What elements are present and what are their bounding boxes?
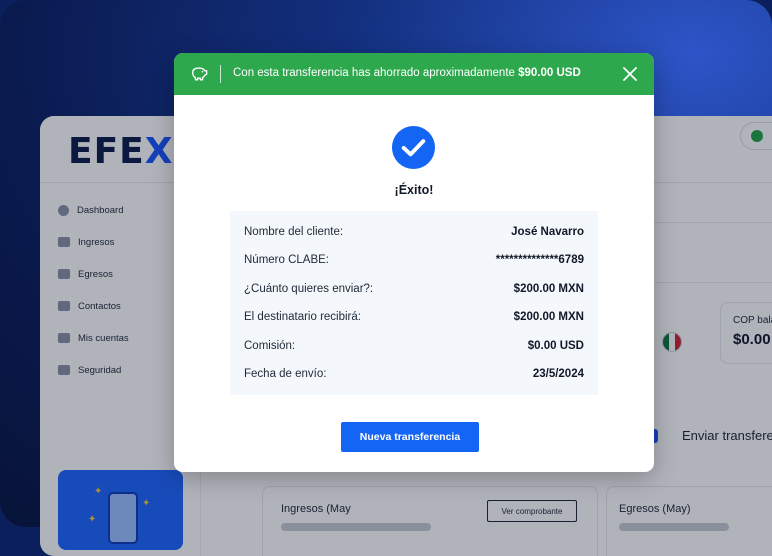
sidebar-item-label: Dashboard [77, 204, 124, 216]
detail-row: Número CLABE: **************6789 [244, 250, 584, 270]
banner-separator [220, 65, 221, 83]
detail-value: José Navarro [511, 226, 584, 238]
sidebar-item-mis-cuentas[interactable]: Mis cuentas [58, 329, 129, 347]
card-label: COP bala [733, 315, 772, 326]
card-icon [58, 237, 70, 247]
sidebar-item-egresos[interactable]: Egresos [58, 265, 113, 283]
sidebar-item-label: Contactos [78, 300, 121, 312]
status-dot-icon [751, 130, 763, 142]
detail-value: **************6789 [495, 254, 584, 266]
detail-value: $0.00 USD [527, 340, 584, 352]
sidebar-item-contactos[interactable]: Contactos [58, 297, 121, 315]
new-transfer-button[interactable]: Nueva transferencia [341, 422, 479, 452]
detail-label: El destinatario recibirá: [244, 311, 361, 323]
ingresos-card: Ingresos (May Ver comprobante [262, 486, 598, 556]
detail-row: Comisión: $0.00 USD [244, 336, 584, 356]
sparkle-icon: ✦ [94, 486, 103, 497]
phone-illustration [108, 492, 138, 544]
card-icon [58, 269, 70, 279]
detail-label: Número CLABE: [244, 254, 330, 266]
sidebar-item-label: Mis cuentas [78, 332, 129, 344]
send-transfer-action[interactable]: Enviar transfere [640, 416, 772, 456]
blurred-amount [619, 523, 729, 531]
cop-balance-card[interactable]: COP bala $0.00 [720, 302, 772, 364]
sidebar-item-seguridad[interactable]: Seguridad [58, 361, 121, 379]
detail-label: Fecha de envío: [244, 368, 327, 380]
currency-flag [652, 322, 692, 362]
egresos-card: Egresos (May) [606, 486, 772, 556]
sparkle-icon: ✦ [142, 498, 151, 509]
detail-row: ¿Cuánto quieres enviar?: $200.00 MXN [244, 279, 584, 299]
detail-label: Nombre del cliente: [244, 226, 344, 238]
promo-card[interactable]: ✦ ✦ ✦ [58, 470, 183, 550]
sidebar-item-ingresos[interactable]: Ingresos [58, 233, 114, 251]
detail-row: El destinatario recibirá: $200.00 MXN [244, 307, 584, 327]
sparkle-icon: ✦ [88, 514, 97, 525]
detail-label: Comisión: [244, 340, 296, 352]
detail-value: 23/5/2024 [532, 368, 584, 380]
sidebar-item-label: Egresos [78, 268, 113, 280]
close-icon[interactable] [622, 66, 638, 82]
send-transfer-label: Enviar transfere [682, 428, 772, 443]
detail-row: Fecha de envío: 23/5/2024 [244, 364, 584, 384]
card-label: Egresos (May) [619, 503, 691, 515]
card-value: $0.00 [733, 331, 771, 348]
account-badge[interactable] [740, 122, 772, 150]
transfer-details: Nombre del cliente: José Navarro Número … [230, 211, 598, 395]
ver-comprobante-button[interactable]: Ver comprobante [487, 500, 577, 522]
sidebar-item-label: Seguridad [78, 364, 122, 376]
detail-label: ¿Cuánto quieres enviar?: [244, 283, 374, 295]
savings-banner: Con esta transferencia has ahorrado apro… [174, 53, 654, 95]
users-icon [58, 333, 70, 343]
blurred-amount [281, 523, 431, 531]
detail-value: $200.00 MXN [513, 311, 584, 323]
contacts-icon [58, 301, 70, 311]
detail-value: $200.00 MXN [513, 283, 584, 295]
sidebar-item-label: Ingresos [78, 236, 115, 248]
success-title: ¡Éxito! [394, 183, 434, 197]
mexico-flag-icon [662, 332, 682, 352]
card-label: Ingresos (May [281, 503, 351, 515]
success-modal: Con esta transferencia has ahorrado apro… [174, 53, 654, 472]
savings-message: Con esta transferencia has ahorrado apro… [233, 67, 581, 79]
lock-icon [58, 365, 70, 375]
success-check-icon [391, 125, 436, 170]
sidebar-item-dashboard[interactable]: Dashboard [58, 201, 123, 219]
piggy-bank-icon [192, 67, 208, 81]
pie-chart-icon [58, 204, 69, 216]
efex-logo: EFEX [68, 131, 174, 172]
detail-row: Nombre del cliente: José Navarro [244, 222, 584, 242]
